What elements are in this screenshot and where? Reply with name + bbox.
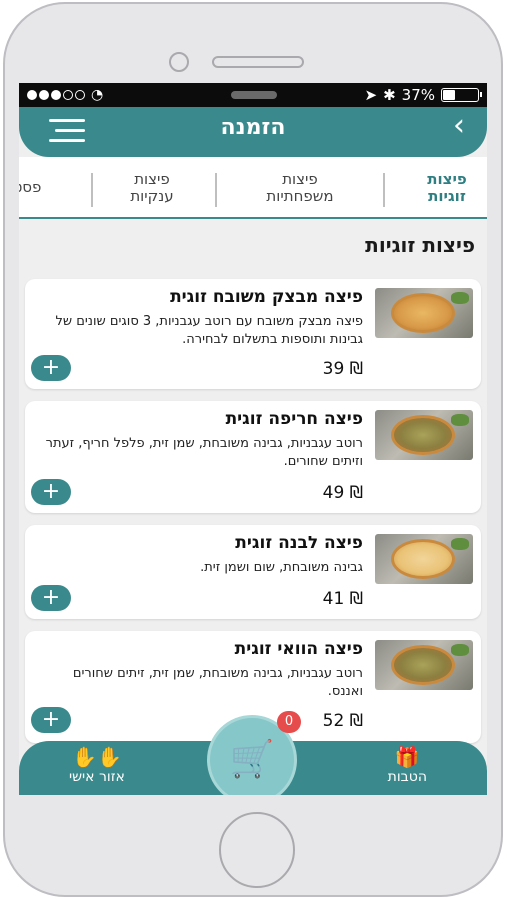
status-bar: ◔ ➤ ✱ 37% [19, 83, 487, 107]
add-to-cart-button[interactable]: + [31, 479, 71, 505]
location-icon: ➤ [364, 86, 378, 104]
product-card[interactable]: פיצה לבנה זוגית גבינה משובחת, שום ושמן ז… [25, 525, 481, 619]
add-to-cart-button[interactable]: + [31, 585, 71, 611]
tab-pasta[interactable]: פסט [19, 179, 57, 196]
product-price: 41 ₪ [322, 589, 363, 609]
product-description: רוטב עגבניות, גבינה משובחת, שמן זית, פלפ… [45, 436, 363, 469]
product-image [375, 410, 473, 460]
cart-icon: 🛒 [229, 739, 275, 780]
tab-couple-pizzas[interactable]: פיצות זוגיות [413, 171, 481, 205]
page-title: הזמנה [220, 115, 286, 140]
product-price: 49 ₪ [322, 483, 363, 503]
product-description: גבינה משובחת, שום ושמן זית. [200, 560, 363, 575]
product-card[interactable]: פיצה מבצק משובח זוגית פיצה מבצק משובח עם… [25, 279, 481, 389]
status-pill [231, 91, 277, 99]
tab-divider [383, 173, 385, 207]
signal-strength-icon [27, 90, 85, 100]
cart-count-badge: 0 [277, 711, 301, 733]
tab-divider [91, 173, 93, 207]
home-button[interactable] [219, 812, 295, 888]
product-description: פיצה מבצק משובח עם רוטב עגבניות, 3 סוגים… [55, 314, 363, 347]
battery-percent: 37% [401, 86, 435, 104]
category-tabs: פיצות זוגיות פיצות משפחתיות פיצות ענקיות פס… [19, 157, 487, 219]
nav-personal-area[interactable]: ✋✋ אזור אישי [69, 745, 125, 785]
product-price: 52 ₪ [322, 711, 363, 731]
app-header: › הזמנה [19, 107, 487, 157]
tab-divider [215, 173, 217, 207]
section-title: פיצות זוגיות [365, 233, 475, 257]
bluetooth-icon: ✱ [383, 86, 396, 104]
add-to-cart-button[interactable]: + [31, 707, 71, 733]
add-to-cart-button[interactable]: + [31, 355, 71, 381]
product-price: 39 ₪ [322, 359, 363, 379]
earpiece-speaker [212, 56, 304, 68]
product-description: רוטב עגבניות, גבינה משובחת, שמן זית, זית… [72, 666, 363, 699]
product-name: פיצה מבצק משובח זוגית [170, 287, 363, 307]
battery-icon [441, 88, 482, 102]
app-screen: ◔ ➤ ✱ 37% › הזמנה פיצות זוגיות פיצות משפחת… [19, 83, 487, 795]
front-camera [169, 52, 189, 72]
hands-icon: ✋✋ [72, 745, 122, 769]
nav-benefits[interactable]: 🎁 הטבות [388, 745, 427, 785]
product-name: פיצה חריפה זוגית [225, 409, 363, 429]
product-image [375, 640, 473, 690]
product-name: פיצה הוואי זוגית [234, 639, 363, 659]
product-image [375, 288, 473, 338]
tab-giant-pizzas[interactable]: פיצות ענקיות [107, 171, 197, 205]
hamburger-menu-icon[interactable] [49, 119, 85, 143]
gift-icon: 🎁 [394, 745, 420, 769]
tab-family-pizzas[interactable]: פיצות משפחתיות [235, 171, 365, 205]
wifi-icon: ◔ [91, 87, 104, 103]
product-name: פיצה לבנה זוגית [235, 533, 363, 553]
product-image [375, 534, 473, 584]
product-card[interactable]: פיצה חריפה זוגית רוטב עגבניות, גבינה משו… [25, 401, 481, 513]
